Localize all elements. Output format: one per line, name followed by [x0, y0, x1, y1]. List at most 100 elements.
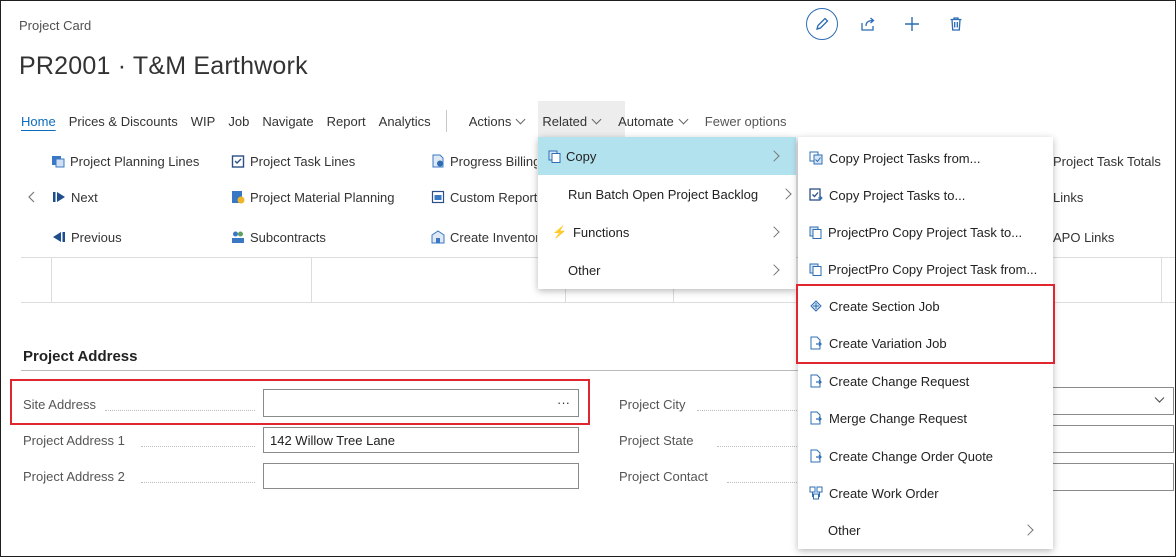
copy-icon [809, 226, 822, 239]
submenu-copy-tasks-from[interactable]: Copy Project Tasks from... [798, 139, 1053, 177]
state-label: Project State [619, 433, 694, 448]
address1-label: Project Address 1 [23, 433, 125, 448]
new-icon[interactable] [900, 12, 924, 36]
submenu-other[interactable]: Other [798, 511, 1053, 549]
scroll-left-chevron-icon[interactable] [27, 187, 37, 207]
subcontracts-icon [231, 230, 245, 244]
tab-analytics[interactable]: Analytics [379, 114, 431, 129]
tab-fewer-options[interactable]: Fewer options [705, 114, 787, 129]
action-label: Project Task Totals [1053, 153, 1161, 169]
grid-divider [51, 258, 52, 302]
submenu-create-change-request[interactable]: Create Change Request [798, 362, 1053, 400]
chevron-right-icon [768, 150, 780, 162]
action-progress-billing[interactable]: Progress Billing [431, 151, 537, 171]
submenu-item-label: Create Work Order [829, 485, 939, 501]
action-label: Links [1053, 189, 1084, 205]
chevron-down-icon [591, 114, 602, 124]
edit-icon[interactable] [806, 8, 838, 40]
actions-menu: Copy Run Batch Open Project Backlog ⚡ Fu… [538, 137, 796, 289]
lookup-ellipsis-icon[interactable]: ··· [557, 395, 570, 410]
action-previous[interactable]: Previous [52, 227, 122, 247]
tab-home[interactable]: Home [21, 114, 56, 129]
menu-item-other[interactable]: Other [538, 251, 796, 289]
page-toolbar [806, 7, 968, 41]
tab-divider [445, 110, 447, 132]
tab-report[interactable]: Report [327, 114, 366, 129]
grid-divider [311, 258, 312, 302]
menu-item-label: Copy [566, 148, 597, 164]
create-inventory-icon [431, 230, 445, 244]
action-next[interactable]: Next [52, 187, 98, 207]
menu-item-label: Run Batch Open Project Backlog [568, 186, 759, 202]
delete-icon[interactable] [944, 12, 968, 36]
address1-field[interactable]: 142 Willow Tree Lane [263, 427, 579, 453]
city-select[interactable] [1051, 387, 1174, 415]
action-project-planning-lines[interactable]: Project Planning Lines [51, 151, 199, 171]
next-icon [52, 190, 66, 204]
submenu-create-work-order[interactable]: Create Work Order [798, 474, 1053, 512]
site-address-field[interactable]: ··· [263, 389, 579, 417]
contact-field[interactable] [1051, 463, 1174, 491]
leader-dots [141, 482, 255, 483]
copy-tasks-to-icon [809, 188, 823, 202]
submenu-item-label: ProjectPro Copy Project Task to... [828, 224, 1023, 240]
action-subcontracts[interactable]: Subcontracts [231, 227, 326, 247]
leader-dots [697, 410, 797, 411]
menu-item-copy[interactable]: Copy [538, 137, 796, 175]
action-label: Previous [71, 229, 122, 245]
tab-actions[interactable]: Actions [469, 114, 526, 129]
previous-icon [52, 230, 66, 244]
tab-wip[interactable]: WIP [191, 114, 216, 129]
submenu-projectpro-copy-to[interactable]: ProjectPro Copy Project Task to... [798, 213, 1053, 251]
tab-related[interactable]: Related [542, 114, 602, 129]
tab-automate[interactable]: Automate [618, 114, 689, 129]
submenu-create-change-order-quote[interactable]: Create Change Order Quote [798, 437, 1053, 475]
action-label: Project Task Lines [250, 153, 356, 169]
chevron-right-icon [780, 188, 792, 200]
action-label: Create Inventory [450, 229, 537, 245]
address2-label: Project Address 2 [23, 469, 125, 484]
lightning-icon: ⚡ [552, 225, 567, 239]
action-apo-links[interactable]: APO Links [1053, 227, 1114, 247]
tab-navigate[interactable]: Navigate [262, 114, 313, 129]
submenu-item-label: Merge Change Request [829, 410, 968, 426]
share-icon[interactable] [856, 12, 880, 36]
merge-request-icon [809, 411, 823, 425]
site-address-label: Site Address [23, 397, 96, 412]
submenu-copy-tasks-to[interactable]: Copy Project Tasks to... [798, 176, 1053, 214]
menu-item-run-batch[interactable]: Run Batch Open Project Backlog [538, 175, 796, 213]
action-project-task-lines[interactable]: Project Task Lines [231, 151, 355, 171]
chevron-right-icon [768, 264, 780, 276]
chevron-down-icon [678, 114, 689, 124]
menu-item-functions[interactable]: ⚡ Functions [538, 213, 796, 251]
submenu-projectpro-copy-from[interactable]: ProjectPro Copy Project Task from... [798, 250, 1053, 288]
grid-divider [1161, 258, 1162, 302]
action-create-inventory[interactable]: Create Inventory [431, 227, 537, 247]
action-label: Project Planning Lines [70, 153, 200, 169]
chevron-down-icon [515, 114, 526, 124]
submenu-item-label: ProjectPro Copy Project Task from... [828, 261, 1038, 277]
material-planning-icon [231, 190, 245, 204]
progress-billing-icon [431, 154, 445, 168]
submenu-item-label: Create Change Order Quote [829, 448, 994, 464]
tab-prices-discounts[interactable]: Prices & Discounts [69, 114, 178, 129]
action-label: Progress Billing [450, 153, 537, 169]
action-label: Next [71, 189, 98, 205]
action-project-material-planning[interactable]: Project Material Planning [231, 187, 395, 207]
chevron-down-icon [1154, 397, 1165, 403]
chevron-right-icon [768, 226, 780, 238]
contact-label: Project Contact [619, 469, 708, 484]
tab-job[interactable]: Job [228, 114, 249, 129]
address2-field[interactable] [263, 463, 579, 489]
page-title: PR2001 · T&M Earthwork [19, 52, 308, 80]
section-divider [21, 370, 801, 371]
submenu-merge-change-request[interactable]: Merge Change Request [798, 399, 1053, 437]
submenu-item-label: Create Change Request [829, 373, 970, 389]
menu-item-label: Other [568, 262, 601, 278]
action-label: Project Material Planning [250, 189, 395, 205]
action-project-task-totals[interactable]: Project Task Totals [1053, 151, 1161, 171]
action-links[interactable]: Links [1053, 187, 1083, 207]
state-field[interactable] [1051, 425, 1174, 453]
action-custom-report[interactable]: Custom Report [431, 187, 537, 207]
task-lines-icon [231, 154, 245, 168]
